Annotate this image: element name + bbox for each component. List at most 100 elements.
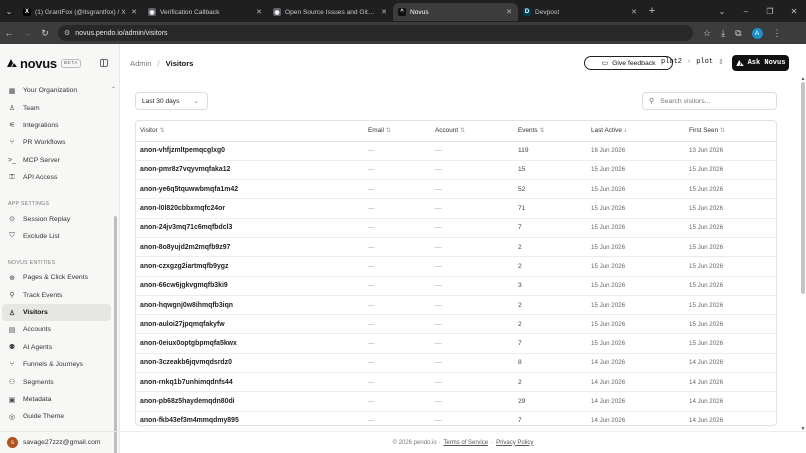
site-info-icon[interactable]: ⚙	[64, 29, 70, 37]
reload-icon[interactable]: ↻	[36, 28, 54, 39]
column-header[interactable]: First Seen ⇅	[685, 121, 776, 142]
column-header[interactable]: Last Active ↓	[587, 121, 685, 142]
table-row[interactable]: anon-rnkq1b7unhimqdnfs44— —2 14 Jun 2026 14…	[136, 372, 776, 393]
visitor-id[interactable]: anon-fkb43ef3m4mmqdmy895	[136, 411, 364, 425]
visitor-id[interactable]: anon-pmr8z7vqyvmqfaka12	[136, 160, 364, 181]
profile-avatar[interactable]: A	[751, 27, 763, 39]
sidebar-item-guide-theme[interactable]: ◎ Guide Theme	[0, 408, 111, 425]
sidebar-item-funnels-journeys[interactable]: ⑂ Funnels & Journeys	[0, 356, 111, 373]
visitor-id[interactable]: anon-pb68z5haydemqdn80di	[136, 391, 364, 412]
column-header[interactable]: Visitor ⇅	[136, 121, 364, 142]
visitor-id[interactable]: anon-66cw6jgkvgmqfb3ki9	[136, 276, 364, 296]
scroll-down-icon[interactable]: ▼	[800, 426, 806, 432]
column-header[interactable]: Events ⇅	[514, 121, 587, 142]
close-icon[interactable]: ✕	[782, 7, 806, 16]
sidebar-item-exclude-list[interactable]: ⛉ Exclude List	[0, 228, 111, 245]
terms-link[interactable]: Terms of Service	[443, 440, 488, 446]
tab-close-icon[interactable]: ✕	[505, 8, 513, 16]
table-row[interactable]: anon-8o8yujd2m2mqfb9z97— —2 15 Jun 2026 15 …	[136, 237, 776, 258]
novus-logo[interactable]: novus	[7, 56, 57, 71]
visitor-id[interactable]: anon-auloi27jpqmqfakyfw	[136, 314, 364, 335]
sidebar-item-api-access[interactable]: ⚿ API Access	[0, 169, 111, 186]
browser-tab[interactable]: D Devpost ✕	[518, 3, 643, 21]
sidebar-item-metadata[interactable]: ▣ Metadata	[0, 391, 111, 408]
visitor-id[interactable]: anon-l0l820cbbxmqfc24or	[136, 198, 364, 219]
url-field[interactable]: ⚙ novus.pendo.io/admin/visitors	[58, 25, 693, 41]
sidebar-item-your-organization[interactable]: ▦ Your Organization	[0, 82, 111, 99]
table-row[interactable]: anon-pb68z5haydemqdn80di — —29 14 Jun 2026 1…	[136, 391, 776, 412]
sidebar-scrollbar[interactable]	[114, 90, 117, 453]
sidebar-item-pr-workflows[interactable]: ⑂ PR Workflows	[0, 134, 111, 151]
sidebar-item-team[interactable]: ♙ Team	[0, 99, 111, 116]
table-row[interactable]: anon-hqwgnj0w8ihmqfb3iqn — —2 15 Jun 2026 15…	[136, 295, 776, 316]
collapse-sidebar-icon[interactable]	[100, 59, 108, 67]
minimize-icon[interactable]: –	[734, 7, 758, 16]
sort-icon[interactable]: ⇅	[386, 128, 391, 134]
browser-tab[interactable]: ◉ Open Source Issues and GitHub ✕	[268, 3, 393, 21]
breadcrumb-admin[interactable]: Admin	[130, 59, 152, 68]
sidebar-item-accounts[interactable]: ▤ Accounts	[0, 321, 111, 338]
search-box[interactable]: ⚲	[642, 92, 777, 110]
extensions-icon[interactable]: ⧉	[735, 28, 741, 39]
visitor-id[interactable]: anon-rnkq1b7unhimqdnfs44	[136, 372, 364, 393]
visitor-id[interactable]: anon-hqwgnj0w8ihmqfb3iqn	[136, 295, 364, 316]
table-row[interactable]: anon-24jv3mq71c6mqfbdcl3— —7 15 Jun 2026 15…	[136, 218, 776, 238]
table-row[interactable]: anon-fkb43ef3m4mmqdmy895— —7 14 Jun 2026 14…	[136, 411, 776, 425]
table-row[interactable]: anon-vhfjzmltpemqcglxg0— —119 16 Jun 2026 1…	[136, 141, 776, 161]
sidebar-item-integrations[interactable]: ⚟ Integrations	[0, 117, 111, 134]
table-row[interactable]: anon-66cw6jgkvgmqfb3ki9— —3 15 Jun 2026 15 …	[136, 276, 776, 296]
sort-descending-icon[interactable]: ↓	[624, 128, 627, 134]
browser-tab[interactable]: ^ Novus ✕	[393, 3, 518, 21]
bookmark-star-icon[interactable]: ☆	[703, 28, 711, 39]
browser-tab[interactable]: X (1) GrantFox (@itsgrantfox) / X ✕	[18, 3, 143, 21]
table-row[interactable]: anon-pmr8z7vqyvmqfaka12— —15 15 Jun 2026 15…	[136, 160, 776, 181]
back-icon[interactable]: ←	[0, 28, 18, 38]
browser-menu-icon[interactable]: ⋮	[773, 28, 782, 39]
sidebar-item-session-replay[interactable]: ⊙ Session Replay	[0, 210, 111, 227]
sidebar-item-segments[interactable]: ⚇ Segments	[0, 373, 111, 390]
chevron-down-icon[interactable]: ⌄	[710, 7, 734, 16]
sidebar-item-mcp-server[interactable]: >_ MCP Server	[0, 152, 111, 169]
table-row[interactable]: anon-0eiux0optgbpmqfa5kwx — —7 15 Jun 2026 1…	[136, 333, 776, 354]
tab-close-icon[interactable]: ✕	[255, 8, 263, 16]
table-row[interactable]: anon-ye6q5tquwwbmqfa1m42— —52 15 Jun 2026 1…	[136, 179, 776, 200]
sort-icon[interactable]: ⇅	[160, 128, 165, 134]
restore-icon[interactable]: ❐	[758, 7, 782, 16]
visitor-id[interactable]: anon-czxgzg2iartmqfb9ygz	[136, 256, 364, 277]
tab-close-icon[interactable]: ✕	[130, 8, 138, 16]
sort-icon[interactable]: ⇅	[460, 128, 465, 134]
give-feedback-button[interactable]: ▭ Give feedback	[584, 56, 673, 70]
sort-icon[interactable]: ⇅	[540, 128, 545, 134]
search-input[interactable]	[660, 97, 771, 105]
table-row[interactable]: anon-czxgzg2iartmqfb9ygz — —2 15 Jun 2026 15…	[136, 256, 776, 277]
column-header[interactable]: Email ⇅	[364, 121, 431, 142]
browser-tab[interactable]: ◉ Verification Callback ✕	[143, 3, 268, 21]
sidebar-item-track-events[interactable]: ⚲ Track Events	[0, 287, 111, 304]
user-account[interactable]: s savage27zzz@gmail.com	[0, 431, 120, 453]
visitor-id[interactable]: anon-24jv3mq71c6mqfbdcl3	[136, 218, 364, 238]
main-scroll-thumb[interactable]	[801, 82, 805, 294]
table-row[interactable]: anon-l0l820cbbxmqfc24or — —71 15 Jun 2026 15…	[136, 198, 776, 219]
table-row[interactable]: anon-auloi27jpqmqfakyfw — —2 15 Jun 2026 15 …	[136, 314, 776, 335]
sidebar-item-ai-agents[interactable]: ⚉ AI Agents	[0, 339, 111, 356]
download-icon[interactable]: ⤓	[721, 28, 725, 39]
date-range-select[interactable]: Last 30 days ⌄	[135, 92, 208, 110]
visitor-id[interactable]: anon-3czeakb6jqvmqdsrdz0	[136, 353, 364, 374]
sort-icon[interactable]: ⇅	[720, 128, 725, 134]
sidebar-item-visitors[interactable]: ♙ Visitors	[2, 303, 111, 322]
sidebar-item-pages-click-events[interactable]: ⊕ Pages & Click Events	[0, 269, 111, 286]
project-switcher[interactable]: plot2 › plot ⇕	[661, 58, 724, 67]
ask-novus-button[interactable]: Ask Novus	[732, 55, 789, 71]
visitor-id[interactable]: anon-8o8yujd2m2mqfb9z97	[136, 237, 364, 258]
visitor-id[interactable]: anon-ye6q5tquwwbmqfa1m42	[136, 179, 364, 200]
main-scrollbar[interactable]: ▲ ▼	[800, 76, 806, 432]
forward-icon[interactable]: →	[18, 28, 36, 38]
tab-close-icon[interactable]: ✕	[380, 8, 388, 16]
visitor-id[interactable]: anon-0eiux0optgbpmqfa5kwx	[136, 333, 364, 354]
tab-close-icon[interactable]: ✕	[630, 8, 638, 16]
tab-search-icon[interactable]: ⌄	[0, 0, 18, 22]
new-tab-button[interactable]: +	[643, 5, 661, 17]
privacy-link[interactable]: Privacy Policy	[496, 440, 533, 446]
sidebar-scroll-thumb[interactable]	[114, 216, 117, 453]
visitor-id[interactable]: anon-vhfjzmltpemqcglxg0	[136, 141, 364, 161]
